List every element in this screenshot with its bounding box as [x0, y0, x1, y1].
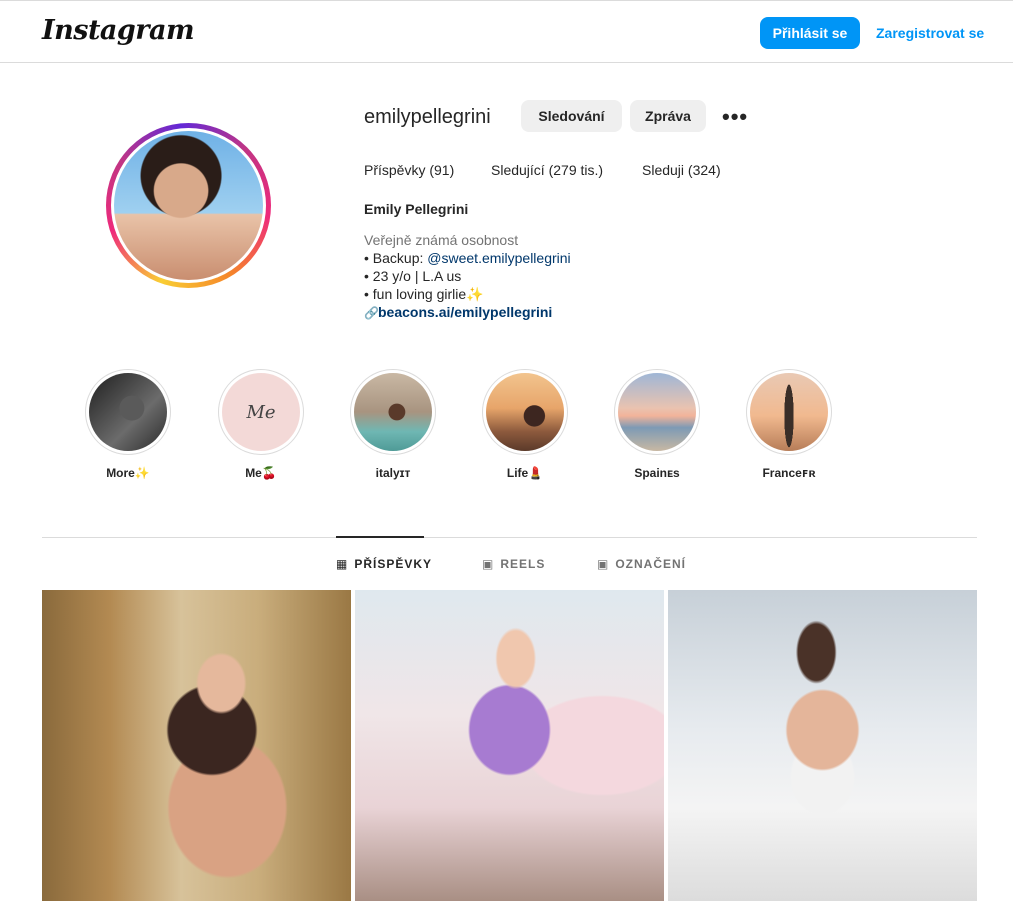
login-button[interactable]: Přihlásit se [760, 17, 860, 49]
instagram-logo[interactable]: Instagram [42, 15, 195, 46]
highlight-ring [746, 369, 832, 455]
highlight-label: Franceꜰʀ [762, 466, 816, 480]
profile-bio: Veřejně známá osobnost • Backup: @sweet.… [364, 231, 571, 322]
highlight-ring [614, 369, 700, 455]
backup-account-mention[interactable]: @sweet.emilypellegrini [427, 250, 570, 266]
post-thumbnail[interactable] [42, 590, 351, 901]
highlight-ring [350, 369, 436, 455]
highlight-label: More✨ [106, 466, 150, 480]
link-icon: 🔗 [364, 306, 379, 320]
tabs-divider [42, 537, 977, 538]
posts-count: Příspěvky (91) [364, 162, 455, 178]
post-thumbnail[interactable] [355, 590, 664, 901]
following-count[interactable]: Sleduji (324) [642, 162, 721, 178]
active-tab-indicator [336, 536, 424, 538]
tab-reels-label: REELS [500, 557, 546, 571]
highlight-ring [85, 369, 171, 455]
more-options-icon[interactable]: ••• [722, 104, 748, 130]
highlight-ring [482, 369, 568, 455]
tab-reels[interactable]: ▣ REELS [482, 557, 545, 571]
tagged-icon: ▣ [597, 557, 610, 571]
highlight-cover [89, 373, 167, 451]
highlight-label: Spainᴇs [634, 466, 680, 480]
highlight-label: Me🍒 [245, 466, 277, 480]
bio-line-backup: • Backup: @sweet.emilypellegrini [364, 249, 571, 267]
highlight-cover [618, 373, 696, 451]
highlight-france[interactable]: Franceꜰʀ [746, 369, 832, 480]
profile-category: Veřejně známá osobnost [364, 232, 519, 248]
avatar-photo [114, 131, 263, 280]
highlight-life[interactable]: Life💄 [482, 369, 568, 480]
bio-external-link[interactable]: 🔗beacons.ai/emilypellegrini [364, 303, 571, 322]
highlight-italy[interactable]: italyɪᴛ [350, 369, 436, 480]
tab-tagged-label: OZNAČENÍ [615, 557, 687, 571]
profile-username: emilypellegrini [364, 106, 491, 128]
highlight-cover [750, 373, 828, 451]
reels-icon: ▣ [482, 557, 495, 571]
highlight-label: Life💄 [506, 466, 544, 480]
follow-button[interactable]: Sledování [521, 100, 622, 132]
tab-posts[interactable]: ▦ PŘÍSPĚVKY [336, 557, 432, 571]
highlight-label: italyɪᴛ [375, 466, 411, 480]
highlight-me[interactable]: Me Me🍒 [218, 369, 304, 480]
top-navigation-bar: Instagram Přihlásit se Zaregistrovat se [0, 0, 1013, 63]
grid-icon: ▦ [336, 557, 349, 571]
external-link-text[interactable]: beacons.ai/emilypellegrini [378, 304, 552, 320]
highlight-cover [486, 373, 564, 451]
bio-backup-prefix: • Backup: [364, 250, 428, 266]
profile-full-name: Emily Pellegrini [364, 201, 469, 217]
highlight-ring: Me [218, 369, 304, 455]
message-button[interactable]: Zpráva [630, 100, 706, 132]
highlight-more[interactable]: More✨ [85, 369, 171, 480]
highlight-cover [354, 373, 432, 451]
profile-avatar[interactable] [106, 123, 271, 288]
followers-count[interactable]: Sledující (279 tis.) [491, 162, 603, 178]
highlight-spain[interactable]: Spainᴇs [614, 369, 700, 480]
register-link[interactable]: Zaregistrovat se [876, 25, 984, 41]
bio-line-age: • 23 y/o | L.A us [364, 268, 462, 284]
avatar-border [111, 128, 266, 283]
tab-tagged[interactable]: ▣ OZNAČENÍ [597, 557, 686, 571]
highlight-cover: Me [222, 373, 300, 451]
post-thumbnail[interactable] [668, 590, 977, 901]
tab-posts-label: PŘÍSPĚVKY [354, 557, 433, 571]
bio-line-description: • fun loving girlie✨ [364, 286, 484, 302]
